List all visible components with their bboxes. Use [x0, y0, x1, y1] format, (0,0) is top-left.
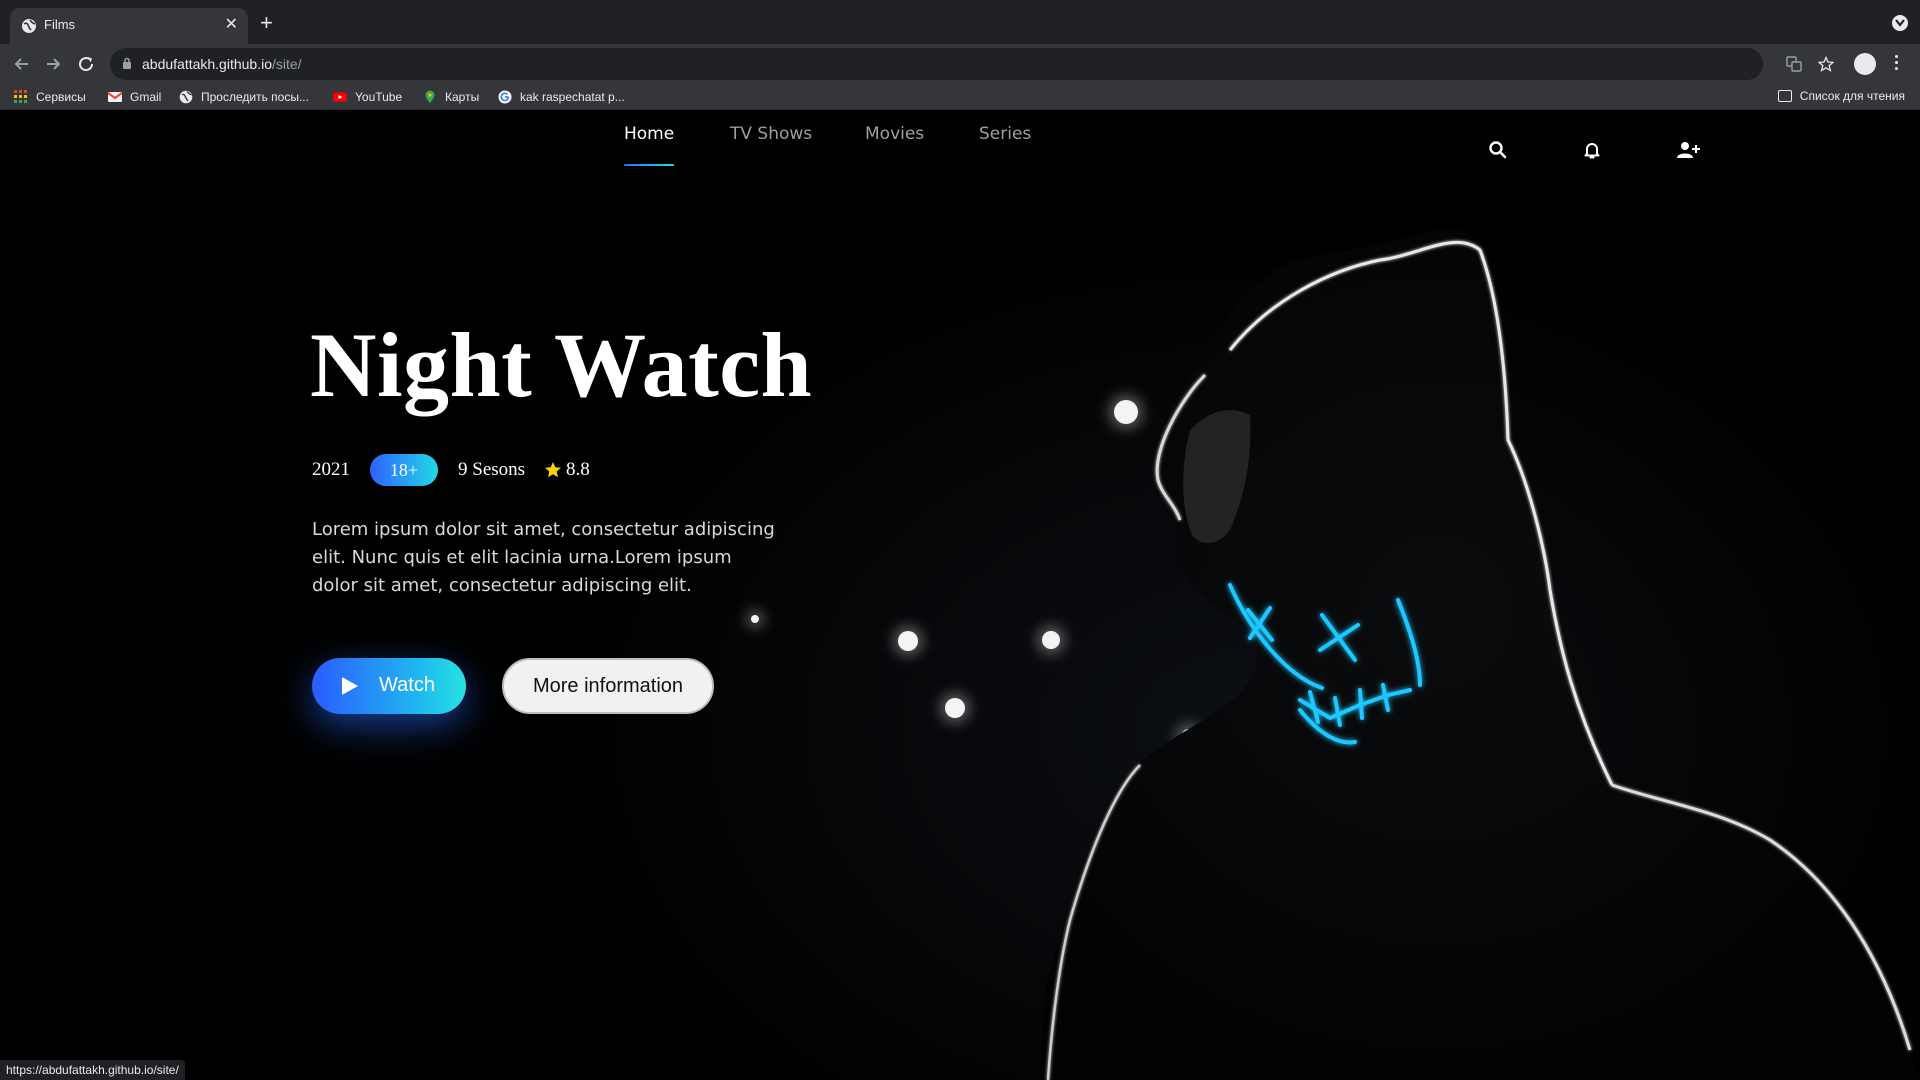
- apps-grid-icon: [14, 90, 27, 103]
- bookmark-item[interactable]: kak raspechatat p...: [498, 89, 625, 105]
- nav-series[interactable]: Series: [979, 124, 1031, 144]
- bokeh-light: [945, 698, 965, 718]
- add-user-icon[interactable]: [1676, 140, 1700, 160]
- lock-icon[interactable]: [122, 57, 132, 70]
- hero-title: Night Watch: [310, 314, 813, 416]
- reading-list-button[interactable]: Список для чтения: [1777, 89, 1905, 103]
- bookmark-label: kak raspechatat p...: [520, 90, 625, 104]
- bokeh-light: [751, 615, 759, 623]
- watch-button-label: Watch: [379, 674, 435, 696]
- bookmark-item[interactable]: Сервисы: [14, 89, 86, 105]
- tab-title: Films: [44, 17, 76, 32]
- more-information-button[interactable]: More information: [502, 658, 714, 714]
- active-nav-indicator: [624, 164, 674, 166]
- gmail-icon: [108, 92, 122, 102]
- browser-menu-icon[interactable]: [1895, 53, 1899, 75]
- bookmark-item[interactable]: Карты: [423, 89, 479, 105]
- tab-search-icon[interactable]: [1892, 15, 1908, 31]
- browser-tab[interactable]: Films ✕: [10, 8, 248, 44]
- bookmark-star-icon[interactable]: [1818, 56, 1834, 72]
- nav-tv-shows[interactable]: TV Shows: [730, 124, 812, 144]
- release-year: 2021: [312, 459, 350, 480]
- bookmarks-bar: Сервисы Gmail Проследить посы... YouTube…: [0, 84, 1920, 110]
- bookmark-item[interactable]: YouTube: [333, 89, 402, 105]
- bookmark-label: YouTube: [355, 90, 403, 104]
- reload-icon[interactable]: [76, 54, 96, 74]
- status-bar-url: https://abdufattakh.github.io/site/: [0, 1060, 185, 1080]
- age-rating-badge: 18+: [370, 454, 438, 486]
- bookmark-label: Сервисы: [36, 90, 86, 104]
- browser-toolbar: abdufattakh.github.io/site/: [0, 44, 1920, 84]
- translate-icon[interactable]: [1786, 56, 1802, 72]
- url-text[interactable]: abdufattakh.github.io/site/: [142, 56, 302, 72]
- hero-section: Home TV Shows Movies Series Night Watch …: [0, 110, 1920, 1080]
- seasons-count: 9 Sesons: [458, 459, 526, 480]
- hero-meta: 2021 18+ 9 Sesons 8.8: [312, 453, 590, 487]
- forward-arrow-icon[interactable]: [43, 54, 63, 74]
- bookmark-item[interactable]: Gmail: [108, 89, 161, 105]
- bokeh-light: [898, 631, 918, 651]
- bookmark-label: Gmail: [130, 90, 162, 104]
- nav-home[interactable]: Home: [624, 124, 674, 144]
- bookmark-label: Проследить посы...: [201, 90, 309, 104]
- maps-pin-icon: [425, 90, 435, 103]
- bookmark-label: Карты: [445, 90, 480, 104]
- browser-tab-strip: Films ✕ +: [0, 0, 1920, 44]
- bell-icon[interactable]: [1582, 140, 1602, 160]
- watch-button[interactable]: Watch: [312, 658, 466, 714]
- address-bar[interactable]: abdufattakh.github.io/site/: [110, 48, 1834, 80]
- site-nav: Home TV Shows Movies Series: [0, 124, 1920, 166]
- globe-icon: [179, 90, 193, 104]
- rating-score: 8.8: [566, 459, 590, 480]
- globe-icon: [22, 19, 36, 33]
- bookmark-item[interactable]: Проследить посы...: [179, 89, 309, 105]
- reading-list-icon: [1777, 90, 1792, 102]
- nav-movies[interactable]: Movies: [865, 124, 924, 144]
- search-icon[interactable]: [1488, 140, 1508, 160]
- close-tab-icon[interactable]: ✕: [225, 16, 238, 34]
- new-tab-icon[interactable]: +: [260, 12, 273, 34]
- hooded-figure-image: [1040, 230, 1920, 1080]
- play-icon: [342, 677, 358, 695]
- google-icon: [498, 90, 512, 104]
- back-arrow-icon[interactable]: [12, 54, 32, 74]
- reading-list-label: Список для чтения: [1799, 89, 1905, 103]
- youtube-icon: [333, 92, 347, 102]
- hero-description: Lorem ipsum dolor sit amet, consectetur …: [312, 519, 775, 596]
- star-icon: [545, 462, 562, 478]
- profile-avatar-icon[interactable]: [1854, 53, 1876, 75]
